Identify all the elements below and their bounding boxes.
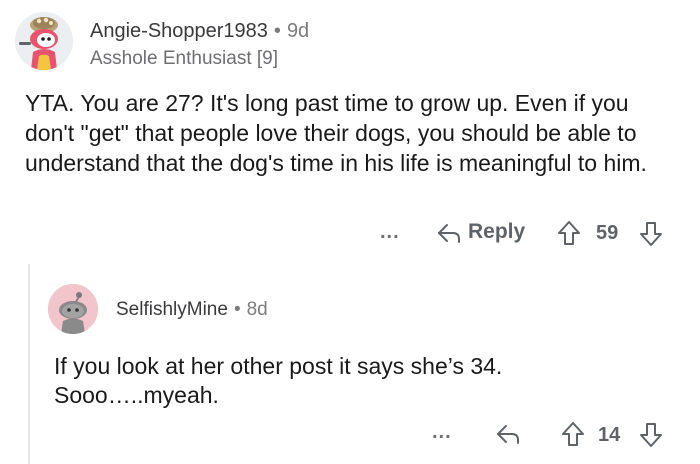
user-avatar[interactable] xyxy=(48,284,98,334)
comment-author-line: SelfishlyMine • 8d xyxy=(116,299,268,321)
downvote-icon[interactable] xyxy=(638,421,664,449)
upvote-icon[interactable] xyxy=(560,420,586,448)
snoo-avatar-icon xyxy=(48,284,98,334)
comment-text-line: If you look at her other post it says sh… xyxy=(54,353,503,379)
comment-text-line: Sooo…..myeah. xyxy=(54,382,219,408)
upvote-icon[interactable] xyxy=(556,219,582,247)
comment-body: YTA. You are 27? It's long past time to … xyxy=(25,88,675,178)
downvote-icon[interactable] xyxy=(638,220,664,248)
comment-actions: ... Reply 59 xyxy=(0,218,700,248)
separator-dot: • xyxy=(233,299,241,320)
comment-parent: Angie-Shopper1983 • 9d Asshole Enthusiast … xyxy=(0,0,700,250)
comment-body: If you look at her other post it says sh… xyxy=(54,352,674,410)
reply-arrow-icon[interactable] xyxy=(436,221,462,245)
snoo-avatar-icon xyxy=(15,12,73,70)
comment-age: 9d xyxy=(286,20,310,42)
thread-line[interactable] xyxy=(28,264,30,464)
vote-score: 14 xyxy=(598,424,621,446)
vote-score: 59 xyxy=(596,222,619,244)
comment-author-line: Angie-Shopper1983 • 9d xyxy=(90,20,309,43)
username[interactable]: Angie-Shopper1983 xyxy=(90,20,268,42)
comment-age: 8d xyxy=(246,299,268,320)
comment-text: YTA. You are 27? It's long past time to … xyxy=(25,90,647,176)
more-options-icon[interactable]: ... xyxy=(380,222,400,242)
separator-dot: • xyxy=(273,20,281,42)
reply-button[interactable]: Reply xyxy=(468,220,525,244)
username[interactable]: SelfishlyMine xyxy=(116,299,228,320)
user-avatar[interactable] xyxy=(15,12,73,70)
user-flair: Asshole Enthusiast [9] xyxy=(90,48,278,69)
reply-arrow-icon[interactable] xyxy=(495,422,521,446)
more-options-icon[interactable]: ... xyxy=(432,422,452,442)
